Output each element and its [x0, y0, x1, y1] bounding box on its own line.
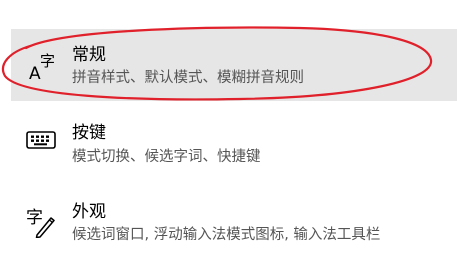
pen-icon-cjk-glyph: 字 [26, 208, 43, 228]
font-A-zi-icon: A 字 [29, 52, 55, 83]
zi-pen-icon: 字 [26, 208, 55, 238]
settings-item-title: 常规 [72, 45, 106, 65]
settings-item-description: 模式切换、候选字词、快捷键 [72, 149, 261, 165]
ime-settings-list: A 字 常规 拼音样式、默认模式、模糊拼音规则 按键 模式切换、候选字词、快捷键… [0, 0, 457, 262]
settings-item-keys[interactable]: 按键 模式切换、候选字词、快捷键 [11, 112, 457, 184]
settings-item-title: 按键 [72, 123, 106, 143]
settings-item-general[interactable]: A 字 常规 拼音样式、默认模式、模糊拼音规则 [11, 29, 457, 101]
settings-item-title: 外观 [72, 202, 106, 222]
font-icon-cjk-glyph: 字 [40, 52, 55, 70]
settings-item-description: 候选词窗口, 浮动输入法模式图标, 输入法工具栏 [72, 227, 381, 243]
settings-item-description: 拼音样式、默认模式、模糊拼音规则 [72, 70, 304, 86]
keyboard-icon [26, 131, 56, 149]
settings-item-appearance[interactable]: 字 外观 候选词窗口, 浮动输入法模式图标, 输入法工具栏 [11, 191, 457, 263]
